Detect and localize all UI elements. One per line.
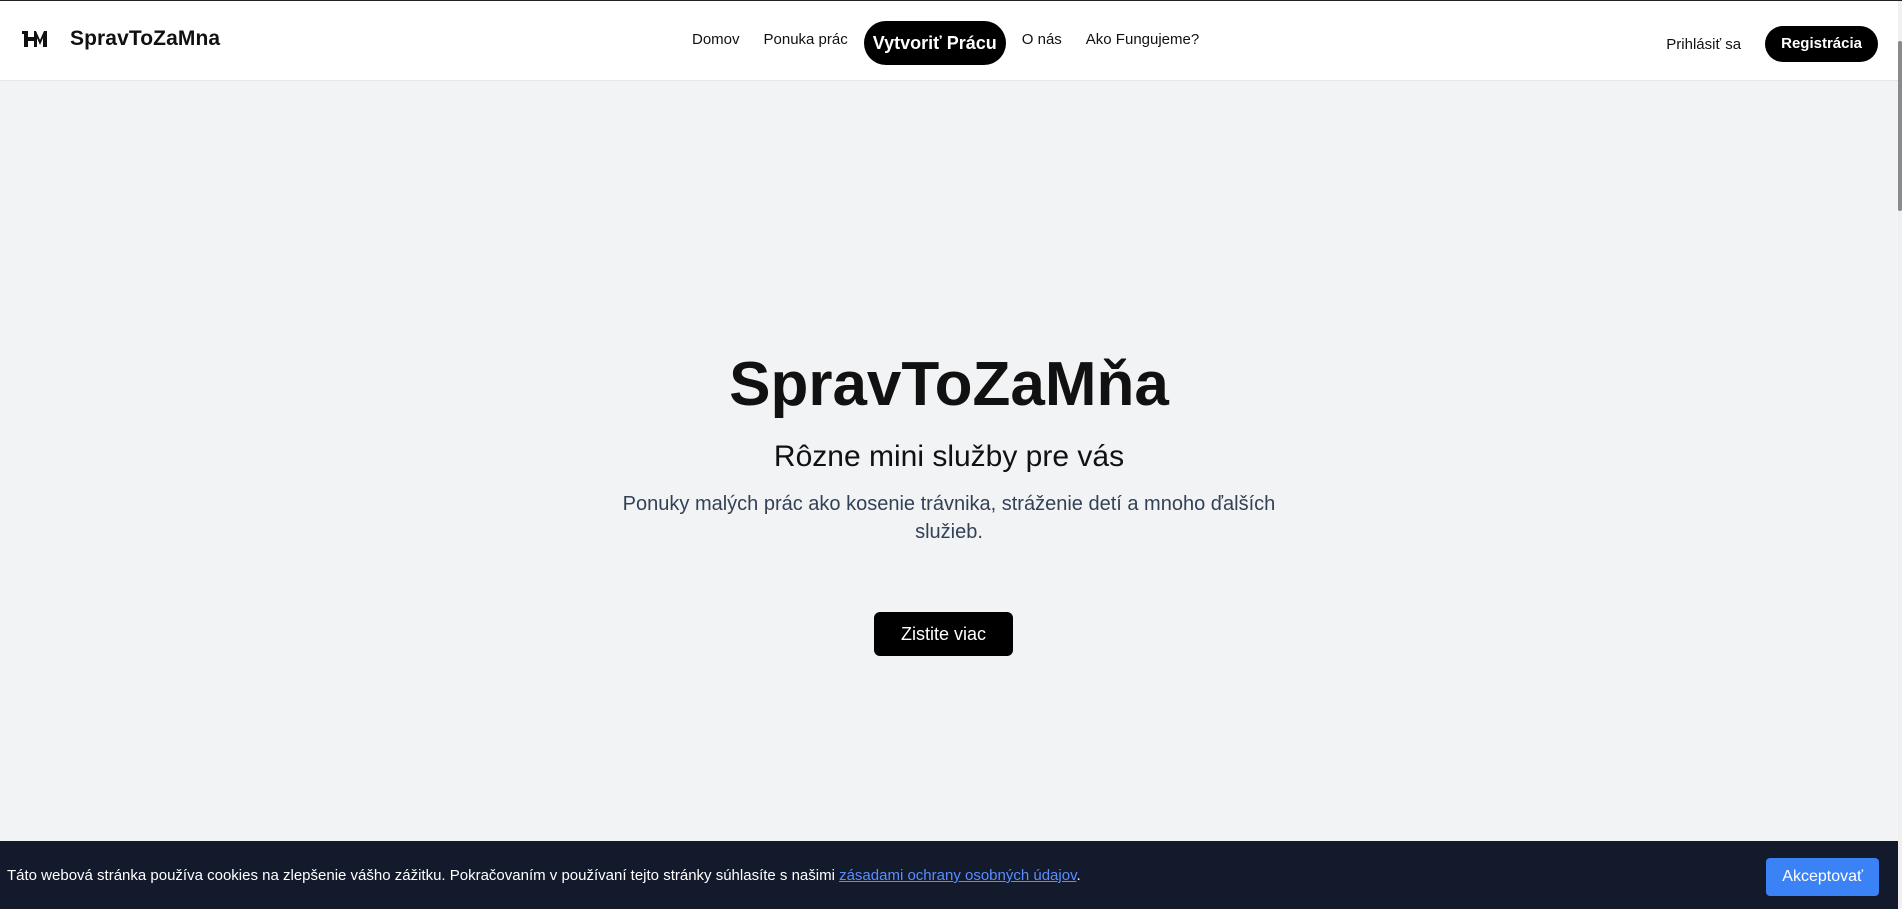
accept-cookies-button[interactable]: Akceptovať (1766, 858, 1879, 896)
cookie-text-after: . (1076, 867, 1081, 884)
cookie-text-before: Táto webová stránka používa cookies na z… (7, 867, 840, 884)
page-content: SpravToZaMna Domov Ponuka prác Vytvoriť … (0, 1, 1898, 909)
hm-logo-icon (22, 31, 47, 47)
brand[interactable]: SpravToZaMna (20, 27, 220, 51)
hero-description: Ponuky malých prác ako kosenie trávnika,… (622, 493, 1276, 543)
login-link[interactable]: Prihlásiť sa (1666, 36, 1741, 53)
privacy-policy-link[interactable]: zásadami ochrany osobných údajov (839, 867, 1076, 884)
nav-home[interactable]: Domov (680, 30, 752, 50)
page: SpravToZaMna Domov Ponuka prác Vytvoriť … (0, 0, 1902, 909)
cookie-banner: Táto webová stránka používa cookies na z… (0, 841, 1898, 909)
navbar: SpravToZaMna Domov Ponuka prác Vytvoriť … (0, 1, 1898, 81)
register-button[interactable]: Registrácia (1765, 26, 1878, 62)
hero-subtitle: Rôzne mini služby pre vás (773, 440, 1125, 473)
hero-title: SpravToZaMňa (729, 350, 1169, 419)
scrollbar-thumb[interactable] (1898, 41, 1902, 211)
scrollbar[interactable] (1898, 1, 1902, 909)
nav-job-offers[interactable]: Ponuka prác (752, 30, 860, 50)
learn-more-button[interactable]: Zistite viac (874, 612, 1013, 656)
nav-how-it-works[interactable]: Ako Fungujeme? (1074, 30, 1211, 50)
nav-create-job-button[interactable]: Vytvoriť Prácu (863, 21, 1006, 65)
main-nav: Domov Ponuka prác Vytvoriť Prácu O nás A… (680, 21, 1211, 65)
cookie-message: Táto webová stránka používa cookies na z… (7, 866, 1081, 886)
nav-about[interactable]: O nás (1010, 30, 1074, 50)
brand-name: SpravToZaMna (70, 27, 221, 50)
auth-actions: Prihlásiť sa Registrácia (1666, 26, 1878, 62)
